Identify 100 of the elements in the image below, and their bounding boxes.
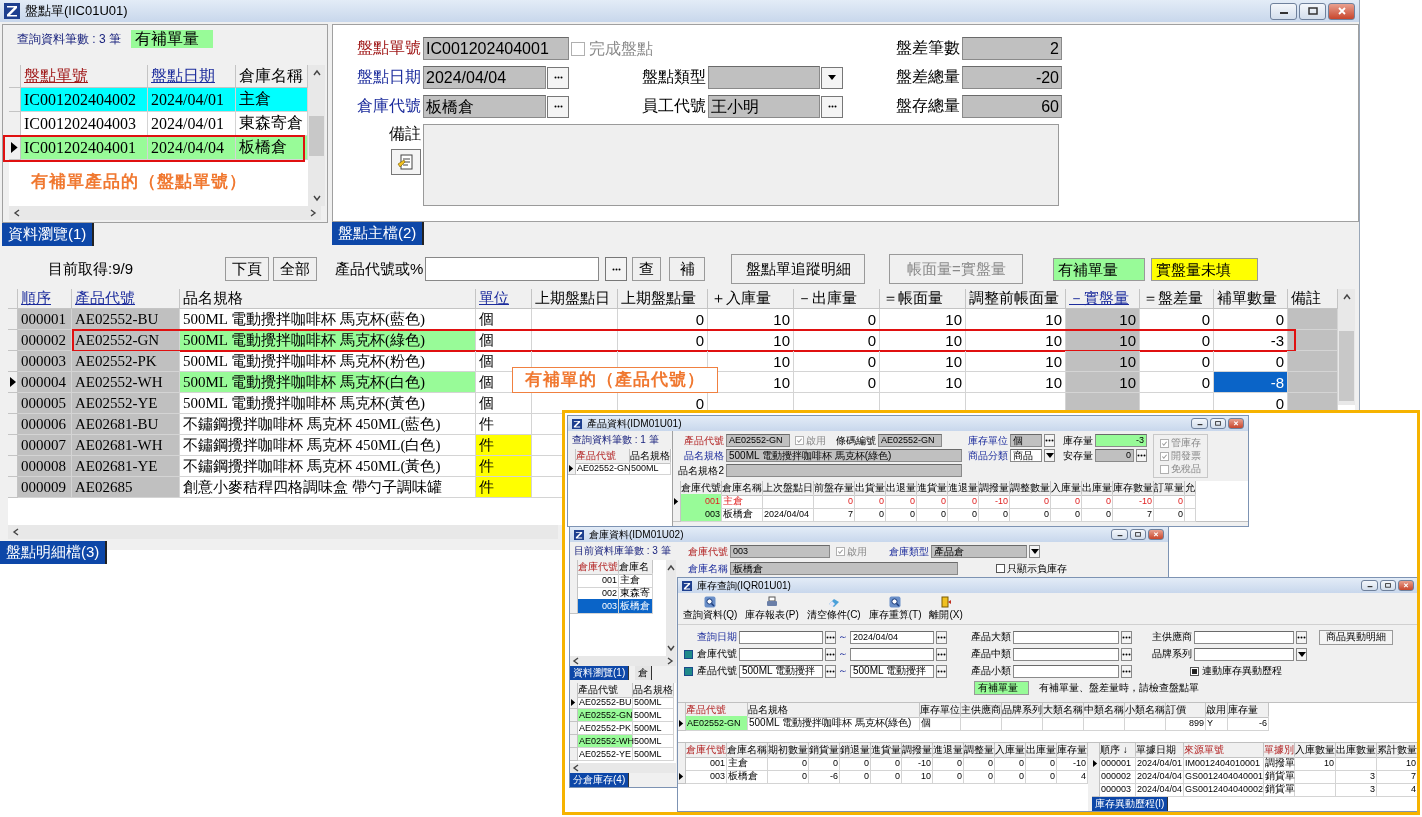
dropdown-button[interactable] <box>1296 647 1307 661</box>
column-header[interactable]: 進貨量 <box>871 743 902 758</box>
maximize-button[interactable] <box>1209 418 1226 429</box>
scroll-up-icon[interactable] <box>312 69 321 77</box>
input-field[interactable]: 個 <box>1010 434 1042 447</box>
note-button[interactable] <box>391 149 421 175</box>
input-field[interactable]: AE02552-GN <box>878 434 942 447</box>
scroll-down-icon[interactable] <box>667 644 675 652</box>
input-field[interactable]: -20 <box>962 66 1062 89</box>
row-header[interactable] <box>678 769 686 784</box>
column-header[interactable]: 產品代號 <box>72 289 180 309</box>
table-row[interactable]: IC001202404002 2024/04/01 主倉 <box>9 88 308 112</box>
input-field[interactable]: 60 <box>962 95 1062 118</box>
close-button[interactable] <box>1397 580 1414 591</box>
column-header[interactable]: 調整數量 <box>1010 481 1051 496</box>
maximize-button[interactable] <box>1379 580 1396 591</box>
column-header[interactable]: 順序 ↓ <box>1100 743 1136 758</box>
column-header[interactable]: 倉庫代號 <box>578 560 619 575</box>
tab[interactable]: 分倉庫存(4) <box>570 773 630 787</box>
checkbox[interactable] <box>836 547 845 556</box>
input-field[interactable]: 500ML 電動攪拌 <box>739 664 823 678</box>
scrollbar[interactable] <box>570 656 676 666</box>
column-header[interactable]: 上期盤點日 <box>532 289 618 309</box>
search-field[interactable] <box>425 257 600 281</box>
close-button[interactable] <box>1227 418 1244 429</box>
column-header[interactable]: 訂單量 <box>1154 481 1185 496</box>
input-field[interactable] <box>1013 630 1119 644</box>
column-header[interactable]: 來源單號 <box>1184 743 1264 758</box>
dropdown-field[interactable]: 商品 <box>1010 449 1042 462</box>
table-row[interactable]: IC001202404003 2024/04/01 東森寄倉 <box>9 112 308 136</box>
scrollbar[interactable] <box>8 525 558 539</box>
column-header[interactable]: 出貨量 <box>855 481 886 496</box>
lookup-button[interactable] <box>936 664 947 678</box>
maximize-button[interactable] <box>1129 529 1146 540</box>
input-field[interactable] <box>1013 647 1119 661</box>
scroll-right-icon[interactable] <box>666 657 674 665</box>
column-header[interactable]: 大類名稱 <box>1043 703 1084 718</box>
scroll-left-icon[interactable] <box>13 209 21 217</box>
column-header[interactable]: －實盤量 <box>1066 289 1140 309</box>
input-field[interactable]: 500ML 電動攪拌 <box>850 664 934 678</box>
column-header[interactable]: 訂價 <box>1166 703 1206 718</box>
column-header[interactable]: ＝盤差量 <box>1140 289 1214 309</box>
checkbox[interactable] <box>1190 666 1199 676</box>
lookup-button[interactable] <box>1121 630 1132 644</box>
close-button[interactable] <box>1147 529 1164 540</box>
column-header[interactable]: 前盤存量 <box>814 481 855 496</box>
input-field[interactable]: AE02552-GN <box>726 434 790 447</box>
column-header[interactable]: 出庫量 <box>1082 481 1113 496</box>
lookup-button[interactable] <box>1044 434 1055 447</box>
tab[interactable]: 資料瀏覽(1) <box>570 666 630 680</box>
input-field[interactable] <box>739 647 823 661</box>
column-header[interactable]: ＝帳面量 <box>880 289 966 309</box>
column-header[interactable]: 盤點單號 <box>21 65 148 88</box>
input-field[interactable] <box>726 464 962 477</box>
column-header[interactable]: 出庫量 <box>1026 743 1057 758</box>
scrollbar[interactable] <box>308 65 325 206</box>
column-header[interactable]: 啟用 <box>1206 703 1228 718</box>
column-header[interactable]: 補單數量 <box>1214 289 1288 309</box>
input-field[interactable]: 王小明 <box>708 95 820 118</box>
column-header[interactable]: 調整前帳面量 <box>966 289 1066 309</box>
column-header[interactable]: ＋入庫量 <box>708 289 794 309</box>
column-header[interactable]: 銷退量 <box>840 743 871 758</box>
column-header[interactable]: －出庫量 <box>794 289 880 309</box>
trace-button[interactable]: 盤點單追蹤明細 <box>731 254 866 284</box>
input-field[interactable] <box>1013 664 1119 678</box>
column-header[interactable]: 庫存單位 <box>920 703 961 718</box>
scroll-up-icon[interactable] <box>667 564 675 572</box>
column-header[interactable]: 上次盤點日 <box>763 481 814 496</box>
column-header[interactable]: 單位 <box>476 289 532 309</box>
lookup-button[interactable] <box>605 257 628 281</box>
checkbox[interactable] <box>795 436 804 445</box>
lookup-button[interactable] <box>547 95 569 118</box>
lookup-button[interactable] <box>825 647 836 661</box>
scrollbar[interactable] <box>666 560 676 656</box>
tab[interactable]: 庫存異動歷程(I) <box>1092 797 1169 811</box>
column-header[interactable]: 倉庫名稱 <box>727 743 768 758</box>
supplement-button[interactable]: 補 <box>669 257 706 281</box>
column-header[interactable]: 倉庫名稱 <box>722 481 763 496</box>
scroll-left-icon[interactable] <box>12 528 20 536</box>
column-header[interactable]: 出庫數量 <box>1336 743 1377 758</box>
column-header[interactable]: 單據別 <box>1264 743 1295 758</box>
remark-field[interactable] <box>423 124 1059 206</box>
page-button[interactable]: 全部 <box>273 257 318 281</box>
column-header[interactable]: 庫存量 <box>1057 743 1088 758</box>
scroll-left-icon[interactable] <box>572 764 580 772</box>
column-header[interactable]: 銷貨量 <box>809 743 840 758</box>
column-header[interactable]: 進退量 <box>933 743 964 758</box>
dropdown-field[interactable] <box>708 66 820 89</box>
input-field[interactable]: 2024/04/04 <box>850 630 934 644</box>
column-header[interactable]: 調撥量 <box>902 743 933 758</box>
input-field[interactable]: 2024/04/04 <box>423 66 546 89</box>
lookup-button[interactable] <box>825 630 836 644</box>
column-header[interactable]: 進退量 <box>948 481 979 496</box>
detail-button[interactable]: 商品異動明細 <box>1319 629 1393 645</box>
lookup-button[interactable] <box>825 664 836 678</box>
tab[interactable]: 盤點明細檔(3) <box>0 541 108 564</box>
column-header[interactable]: 庫存數量 <box>1113 481 1154 496</box>
column-header[interactable]: 調整量 <box>964 743 995 758</box>
lookup-button[interactable] <box>936 647 947 661</box>
lookup-button[interactable] <box>1136 449 1147 462</box>
